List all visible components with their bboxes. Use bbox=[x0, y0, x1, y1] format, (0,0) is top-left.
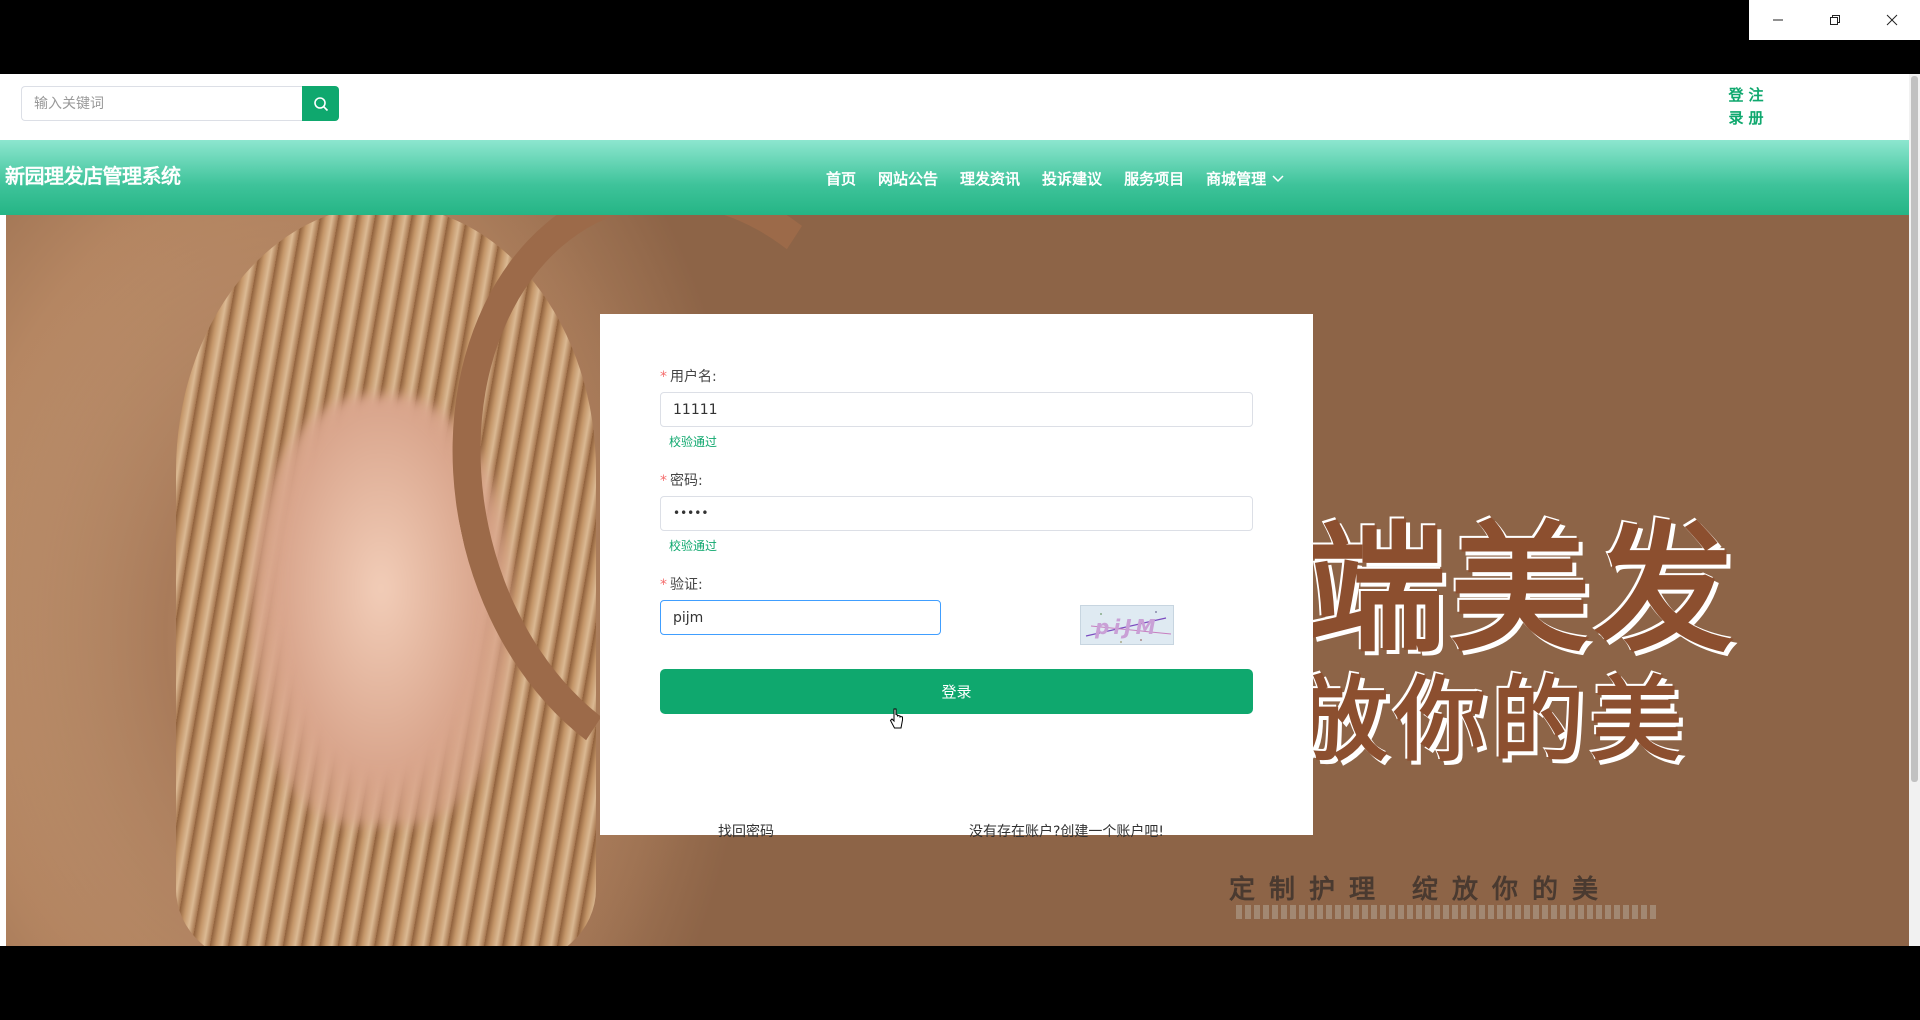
captcha-label-text: 验证: bbox=[670, 577, 703, 593]
search-input[interactable] bbox=[21, 86, 302, 121]
required-marker: * bbox=[660, 577, 667, 593]
close-button[interactable] bbox=[1863, 0, 1920, 40]
nav-item-label: 网站公告 bbox=[878, 170, 939, 188]
login-form: *用户名: 校验通过 *密码: ••••• 校验通过 *验证: piJM 登录 … bbox=[600, 314, 1313, 840]
password-label: * 密码: bbox=[660, 470, 703, 490]
web-page: 登录注册 新园理发店管理系统 首页 网站公告 理发资讯 投诉建议 服务项目 商城… bbox=[0, 74, 1909, 946]
restore-icon bbox=[1829, 15, 1840, 25]
captcha-field[interactable] bbox=[660, 600, 941, 635]
minimize-button[interactable] bbox=[1749, 0, 1806, 40]
nav-item-label: 商城管理 bbox=[1206, 170, 1267, 188]
username-status: 校验通过 bbox=[669, 435, 718, 449]
nav-item-mall[interactable]: 商城管理 bbox=[1195, 168, 1295, 189]
login-button-label: 登录 bbox=[941, 683, 972, 701]
scrollbar-thumb[interactable] bbox=[1911, 76, 1918, 782]
nav-menu: 首页 网站公告 理发资讯 投诉建议 服务项目 商城管理 bbox=[815, 168, 1295, 189]
captcha-graphic: piJM bbox=[1085, 611, 1172, 643]
nav-item-label: 投诉建议 bbox=[1042, 170, 1103, 188]
search-button[interactable] bbox=[302, 86, 339, 121]
captcha-image[interactable]: piJM bbox=[1080, 605, 1174, 645]
nav-bar: 新园理发店管理系统 首页 网站公告 理发资讯 投诉建议 服务项目 商城管理 bbox=[0, 140, 1909, 215]
nav-item-label: 服务项目 bbox=[1124, 170, 1185, 188]
chevron-down-icon bbox=[1272, 174, 1284, 182]
svg-text:piJM: piJM bbox=[1094, 615, 1160, 639]
captcha-text: piJM bbox=[1094, 615, 1160, 639]
nav-item-label: 首页 bbox=[826, 170, 857, 188]
username-label-text: 用户名: bbox=[670, 369, 717, 385]
top-bar: 登录注册 bbox=[0, 74, 1909, 140]
login-button[interactable]: 登录 bbox=[660, 669, 1253, 714]
register-link[interactable]: 注册 bbox=[1748, 84, 1768, 130]
nav-item-home[interactable]: 首页 bbox=[815, 168, 867, 189]
required-marker: * bbox=[660, 369, 667, 385]
password-label-text: 密码: bbox=[670, 473, 703, 489]
page-scrollbar[interactable] bbox=[1909, 74, 1920, 946]
mouse-pointer-icon bbox=[889, 708, 903, 729]
password-field[interactable]: ••••• bbox=[660, 496, 1253, 531]
username-label: * 用户名: bbox=[660, 366, 717, 386]
forgot-password-link[interactable]: 找回密码 bbox=[718, 821, 774, 841]
password-status: 校验通过 bbox=[669, 539, 718, 553]
banner-headline-line2: 放你的美 bbox=[1296, 666, 1689, 774]
close-icon bbox=[1886, 14, 1897, 26]
restore-button[interactable] bbox=[1806, 0, 1863, 40]
nav-item-complaints[interactable]: 投诉建议 bbox=[1031, 168, 1113, 189]
username-field[interactable] bbox=[660, 392, 1253, 427]
window-controls bbox=[1749, 0, 1920, 40]
required-marker: * bbox=[660, 473, 667, 489]
minimize-icon bbox=[1772, 19, 1783, 21]
site-title: 新园理发店管理系统 bbox=[5, 164, 181, 188]
login-link[interactable]: 登录 bbox=[1728, 84, 1748, 130]
banner-subtitle: 定制护理 绽放你的美 bbox=[1229, 875, 1613, 905]
create-account-link[interactable]: 没有存在账户?创建一个账户吧! bbox=[969, 821, 1164, 841]
nav-item-announcements[interactable]: 网站公告 bbox=[867, 168, 949, 189]
captcha-label: * 验证: bbox=[660, 574, 703, 594]
search-icon bbox=[313, 96, 328, 111]
banner-fine-print bbox=[1236, 905, 1656, 919]
banner-headline: 端美发 放你的美 bbox=[1296, 508, 1739, 775]
banner-headline-line1: 端美发 bbox=[1306, 508, 1739, 672]
nav-item-label: 理发资讯 bbox=[960, 170, 1021, 188]
auth-links: 登录注册 bbox=[1728, 84, 1772, 130]
nav-item-hair-news[interactable]: 理发资讯 bbox=[949, 168, 1031, 189]
nav-item-services[interactable]: 服务项目 bbox=[1113, 168, 1195, 189]
